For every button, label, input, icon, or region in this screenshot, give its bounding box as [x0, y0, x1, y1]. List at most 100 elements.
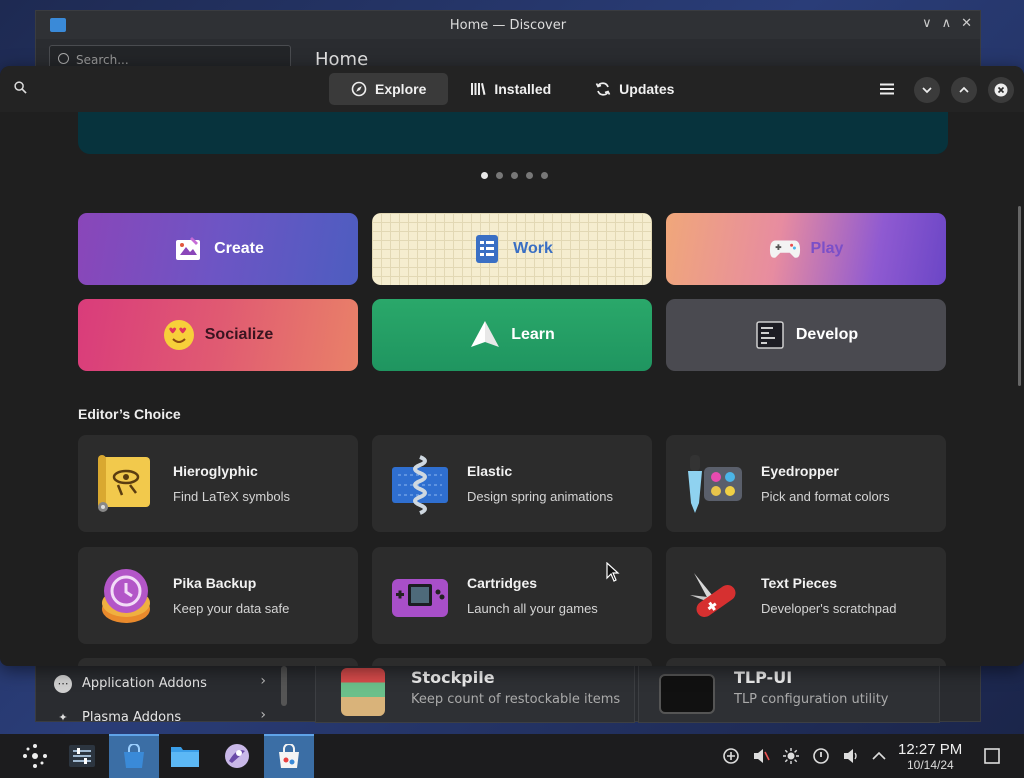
category-create[interactable]: Create — [78, 213, 358, 285]
search-placeholder: Search... — [76, 53, 129, 67]
app-name: Stockpile — [411, 668, 495, 687]
app-name: TLP-UI — [734, 668, 793, 687]
application-launcher-button[interactable] — [10, 734, 60, 778]
show-desktop-icon[interactable] — [982, 746, 1002, 766]
laptop-icon — [659, 674, 715, 714]
app-card-eyedropper[interactable]: Eyedropper Pick and format colors — [666, 435, 946, 532]
clock-time[interactable]: 12:27 PM — [898, 741, 962, 758]
taskbar-browser[interactable] — [212, 734, 262, 778]
spring-icon — [392, 455, 448, 515]
stockpile-icon — [341, 668, 385, 716]
hamburger-menu-icon[interactable] — [878, 80, 896, 98]
tab-label: Updates — [619, 81, 675, 97]
app-card-text-pieces[interactable]: Text Pieces Developer's scratchpad — [666, 547, 946, 644]
refresh-icon — [595, 82, 611, 96]
app-name: Hieroglyphic — [173, 463, 258, 479]
taskbar-settings[interactable] — [57, 734, 107, 778]
app-card-elastic[interactable]: Elastic Design spring animations — [372, 435, 652, 532]
app-name: Text Pieces — [761, 575, 838, 591]
sidebar-item-plasma-addons[interactable]: ✦ Plasma Addons › — [46, 702, 276, 732]
carousel-indicator — [481, 172, 548, 179]
library-icon — [471, 83, 486, 95]
heart-eyes-icon — [163, 319, 195, 351]
category-label: Play — [810, 240, 844, 257]
swiss-knife-icon — [690, 573, 736, 618]
discover-app-icon — [50, 18, 66, 32]
close-window-icon[interactable]: ✕ — [961, 16, 972, 31]
tab-installed[interactable]: Installed — [448, 73, 573, 105]
mouse-cursor-icon — [606, 562, 620, 582]
sidebar-item-label: Plasma Addons — [82, 709, 182, 725]
maximize-icon[interactable]: ∧ — [942, 16, 952, 31]
app-name: Pika Backup — [173, 575, 257, 591]
window-titlebar[interactable]: Home — Discover ∨ ∧ ✕ — [36, 11, 980, 39]
tab-updates[interactable]: Updates — [573, 73, 696, 105]
featured-banner[interactable] — [78, 112, 948, 154]
tray-audio-muted-icon[interactable] — [751, 746, 771, 766]
close-icon — [994, 83, 1008, 97]
app-card-peek[interactable] — [666, 658, 946, 666]
taskbar-discover[interactable] — [109, 734, 159, 778]
sidebar-item-label: Application Addons — [82, 675, 207, 691]
sidebar-item-application-addons[interactable]: ⋯ Application Addons › — [46, 668, 276, 698]
maximize-button[interactable] — [951, 77, 977, 103]
taskbar: 12:27 PM 10/14/24 — [0, 734, 1024, 778]
category-label: Work — [513, 240, 553, 257]
carousel-dot[interactable] — [496, 172, 503, 179]
app-card-hieroglyphic[interactable]: Hieroglyphic Find LaTeX symbols — [78, 435, 358, 532]
compass-icon — [351, 81, 367, 97]
category-develop[interactable]: Develop — [666, 299, 946, 371]
app-description: Design spring animations — [467, 489, 613, 504]
carousel-dot[interactable] — [511, 172, 518, 179]
eyedropper-icon — [688, 455, 742, 513]
app-card-tlp-ui[interactable]: TLP-UI TLP configuration utility — [638, 663, 940, 723]
category-socialize[interactable]: Socialize — [78, 299, 358, 371]
app-card-peek[interactable] — [372, 658, 652, 666]
app-name: Eyedropper — [761, 463, 839, 479]
terminal-icon — [754, 319, 786, 351]
minimize-icon[interactable]: ∨ — [922, 16, 932, 31]
tray-volume-icon[interactable] — [841, 746, 861, 766]
category-label: Learn — [511, 326, 555, 343]
tray-power-icon[interactable] — [811, 746, 831, 766]
app-name: Cartridges — [467, 575, 538, 591]
category-label: Create — [214, 240, 264, 257]
tray-update-icon[interactable] — [721, 746, 741, 766]
tray-brightness-icon[interactable] — [781, 746, 801, 766]
app-card-stockpile[interactable]: Stockpile Keep count of restockable item… — [315, 663, 635, 723]
scroll-icon — [98, 455, 150, 512]
paper-plane-icon — [469, 319, 501, 351]
launcher-icon — [23, 744, 47, 768]
taskbar-store[interactable] — [264, 734, 314, 778]
app-name: Elastic — [467, 463, 513, 479]
checklist-icon — [471, 233, 503, 265]
vertical-scrollbar[interactable] — [1018, 206, 1021, 386]
discover-overlay: Explore Installed Updates Create Work Pl… — [0, 66, 1024, 666]
minimize-button[interactable] — [914, 77, 940, 103]
app-card-peek[interactable] — [78, 658, 358, 666]
app-description: Find LaTeX symbols — [173, 489, 291, 504]
section-title: Editor’s Choice — [78, 406, 181, 422]
search-icon[interactable] — [14, 81, 27, 94]
category-learn[interactable]: Learn — [372, 299, 652, 371]
close-button[interactable] — [988, 77, 1014, 103]
app-description: Launch all your games — [467, 601, 598, 616]
sidebar-scrollbar[interactable] — [281, 666, 287, 706]
carousel-dot[interactable] — [481, 172, 488, 179]
folder-icon — [171, 747, 199, 767]
tab-explore[interactable]: Explore — [329, 73, 449, 105]
shopping-bag-icon — [279, 744, 299, 768]
search-icon — [58, 53, 69, 64]
category-work[interactable]: Work — [372, 213, 652, 285]
carousel-dot[interactable] — [541, 172, 548, 179]
taskbar-file-manager[interactable] — [160, 734, 210, 778]
carousel-dot[interactable] — [526, 172, 533, 179]
chevron-down-icon — [922, 87, 932, 94]
tray-expand-icon[interactable] — [869, 746, 889, 766]
app-card-pika-backup[interactable]: Pika Backup Keep your data safe — [78, 547, 358, 644]
clock-date[interactable]: 10/14/24 — [907, 758, 954, 772]
category-label: Develop — [795, 326, 859, 343]
category-play[interactable]: Play — [666, 213, 946, 285]
app-description: Pick and format colors — [761, 489, 890, 504]
top-bar: Explore Installed Updates — [0, 66, 1024, 112]
